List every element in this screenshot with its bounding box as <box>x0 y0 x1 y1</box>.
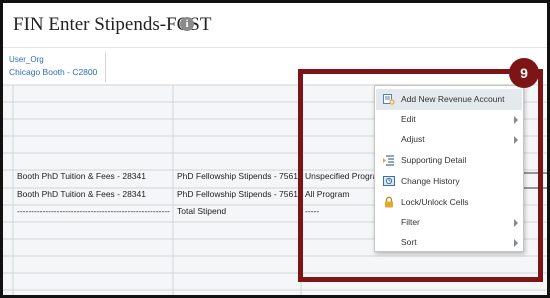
pov-user-org[interactable]: User_Org Chicago Booth - C2800 <box>9 52 107 82</box>
callout-step-badge: 9 <box>509 58 539 88</box>
grid-cell-stipend[interactable]: PhD Fellowship Stipends - 75615 <box>174 185 300 203</box>
app-window: FIN Enter Stipends-FCST i User_Org Chica… <box>0 0 550 298</box>
grid-cell-account[interactable]: Booth PhD Tuition & Fees - 28341 <box>14 185 172 203</box>
grid-cell-account[interactable]: ----------------------------------------… <box>14 202 172 220</box>
page-header: FIN Enter Stipends-FCST i <box>3 3 547 47</box>
callout-highlight-box <box>298 69 543 282</box>
pov-label: User_Org <box>9 55 44 64</box>
pov-value[interactable]: Chicago Booth - C2800 <box>9 67 97 77</box>
grid-cell-stipend[interactable]: PhD Fellowship Stipends - 75615 <box>174 167 300 185</box>
grid-cell-stipend[interactable]: Total Stipend <box>174 202 300 220</box>
info-icon[interactable]: i <box>180 17 194 31</box>
grid-cell-account[interactable]: Booth PhD Tuition & Fees - 28341 <box>14 167 172 185</box>
